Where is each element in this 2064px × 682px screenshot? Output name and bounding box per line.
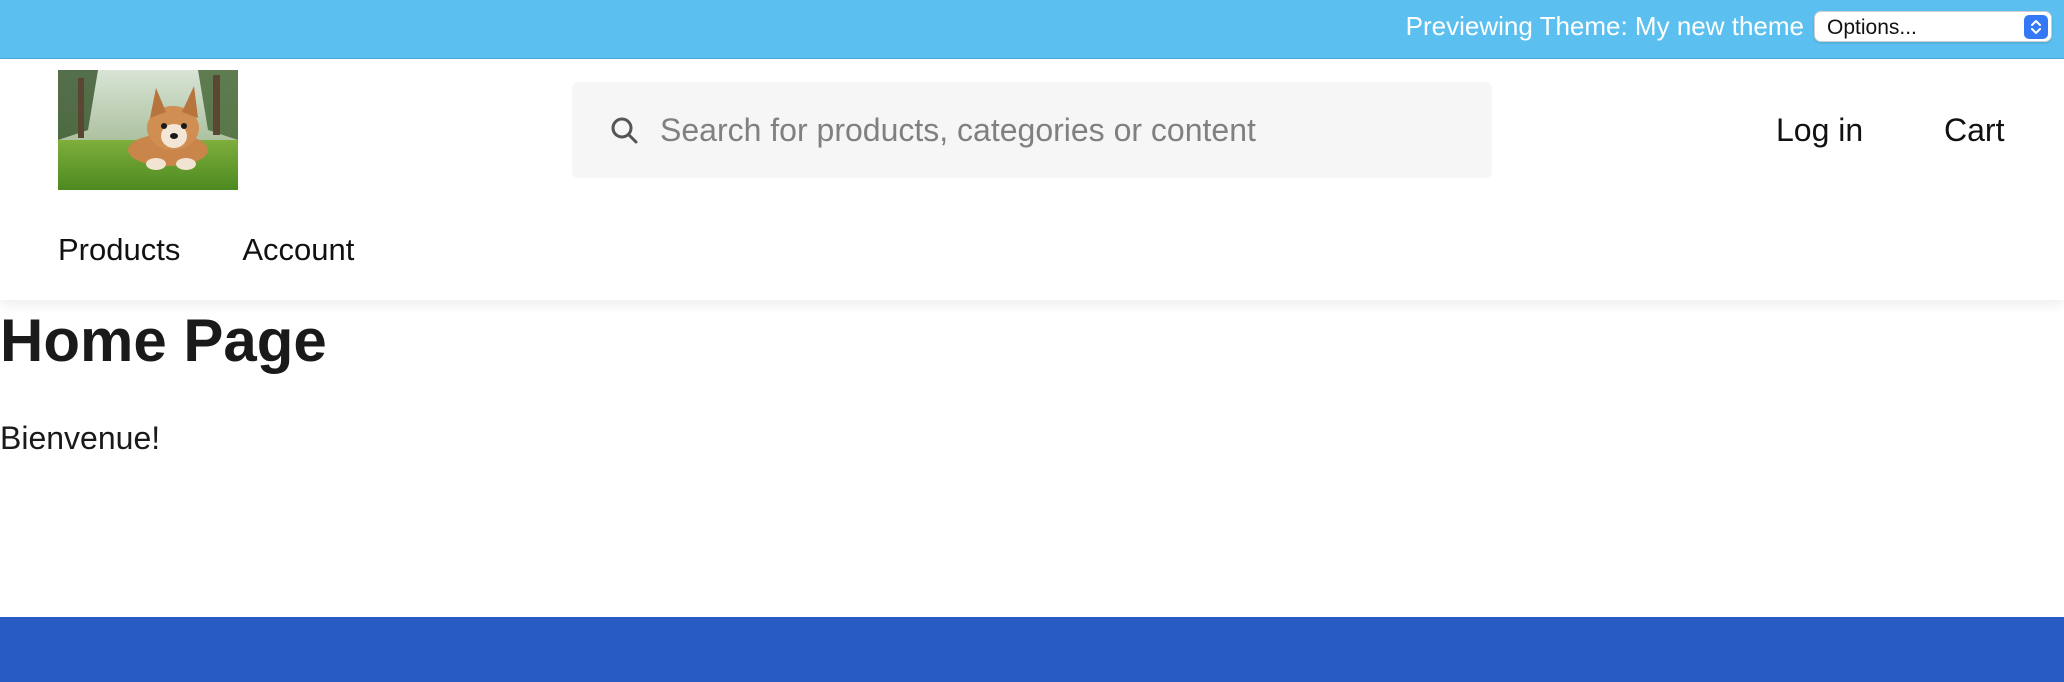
- theme-preview-bar: Previewing Theme: My new theme Options..…: [0, 0, 2064, 59]
- login-link[interactable]: Log in: [1776, 110, 1863, 150]
- welcome-text: Bienvenue!: [0, 420, 161, 456]
- page-title: Home Page: [0, 307, 327, 374]
- main-nav: Products Account: [58, 230, 354, 270]
- site-header: Log in Cart Products Account: [0, 60, 2064, 300]
- nav-item-products[interactable]: Products: [58, 230, 180, 270]
- site-logo[interactable]: [58, 70, 238, 190]
- options-select-label: Options...: [1827, 16, 1917, 39]
- site-footer: [0, 617, 2064, 682]
- chevron-up-down-icon: [2024, 15, 2048, 39]
- search-input[interactable]: [660, 106, 1460, 154]
- cart-link[interactable]: Cart: [1944, 110, 2004, 150]
- options-select[interactable]: Options...: [1814, 11, 2052, 42]
- corgi-logo-image: [58, 70, 238, 190]
- nav-item-account[interactable]: Account: [242, 230, 354, 270]
- search-icon: [608, 114, 640, 146]
- preview-theme-text: Previewing Theme: My new theme: [1405, 11, 1804, 41]
- search-bar[interactable]: [572, 82, 1492, 178]
